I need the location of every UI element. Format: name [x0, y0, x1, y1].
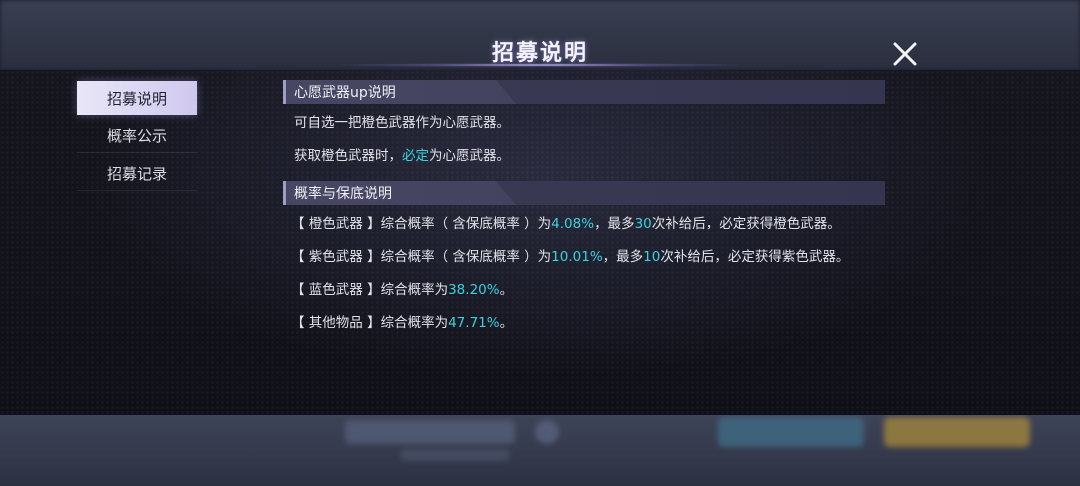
- text-segment: 【 橙色武器 】综合概率（ 含保底概率 ）为: [291, 216, 552, 232]
- highlight-text: 47.71%: [448, 315, 500, 331]
- text-line: 【 橙色武器 】综合概率（ 含保底概率 ）为4.08%，最多30次补给后，必定获…: [283, 215, 885, 233]
- nav-item-recruit-info[interactable]: 招募说明: [77, 81, 197, 115]
- text-line: 【 其他物品 】综合概率为47.71%。: [283, 314, 885, 332]
- text-segment: 次补给后，必定获得紫色武器。: [660, 249, 850, 265]
- highlight-text: 10.01%: [551, 249, 603, 265]
- text-segment: 获取橙色武器时，: [294, 148, 402, 164]
- modal-title-bar: 招募说明: [340, 28, 740, 74]
- text-line: 【 蓝色武器 】综合概率为38.20%。: [283, 281, 885, 299]
- text-segment: 为心愿武器。: [429, 148, 510, 164]
- highlight-text: 必定: [402, 148, 429, 164]
- highlight-text: 30: [634, 216, 652, 232]
- nav-item-label: 招募记录: [106, 165, 167, 183]
- nav-item-probability[interactable]: 概率公示: [77, 119, 197, 153]
- background-bottom-bar: [0, 415, 1080, 486]
- section-title: 概率与保底说明: [294, 186, 392, 202]
- content-panel: 心愿武器up说明 可自选一把橙色武器作为心愿武器。 获取橙色武器时，必定为心愿武…: [283, 80, 885, 332]
- text-segment: 【 其他物品 】综合概率为: [291, 315, 449, 331]
- text-line: 可自选一把橙色武器作为心愿武器。: [283, 114, 885, 132]
- text-segment: 次补给后，必定获得橙色武器。: [651, 216, 841, 232]
- highlight-text: 38.20%: [448, 282, 500, 298]
- modal-title: 招募说明: [491, 41, 588, 66]
- text-segment: ，最多: [602, 249, 644, 265]
- highlight-text: 4.08%: [551, 216, 595, 232]
- nav-item-label: 招募说明: [106, 89, 167, 108]
- nav-item-label: 概率公示: [106, 127, 167, 145]
- text-segment: 可自选一把橙色武器作为心愿武器。: [294, 115, 510, 131]
- close-icon: [893, 42, 917, 66]
- text-segment: 【 蓝色武器 】综合概率为: [291, 282, 449, 298]
- text-line: 【 紫色武器 】综合概率（ 含保底概率 ）为10.01%，最多10次补给后，必定…: [283, 248, 885, 266]
- text-segment: 。: [499, 282, 514, 298]
- section-header-probability: 概率与保底说明: [283, 181, 885, 205]
- text-segment: 【 紫色武器 】综合概率（ 含保底概率 ）为: [291, 249, 552, 265]
- section-header-wish-weapon: 心愿武器up说明: [283, 80, 885, 104]
- text-line: 获取橙色武器时，必定为心愿武器。: [283, 147, 885, 165]
- side-nav: 招募说明 概率公示 招募记录: [77, 81, 197, 195]
- close-button[interactable]: [888, 37, 922, 71]
- text-segment: ，最多: [594, 216, 635, 232]
- text-segment: 。: [499, 315, 514, 331]
- highlight-text: 10: [643, 249, 661, 265]
- section-title: 心愿武器up说明: [294, 85, 396, 101]
- nav-item-recruit-history[interactable]: 招募记录: [77, 157, 197, 191]
